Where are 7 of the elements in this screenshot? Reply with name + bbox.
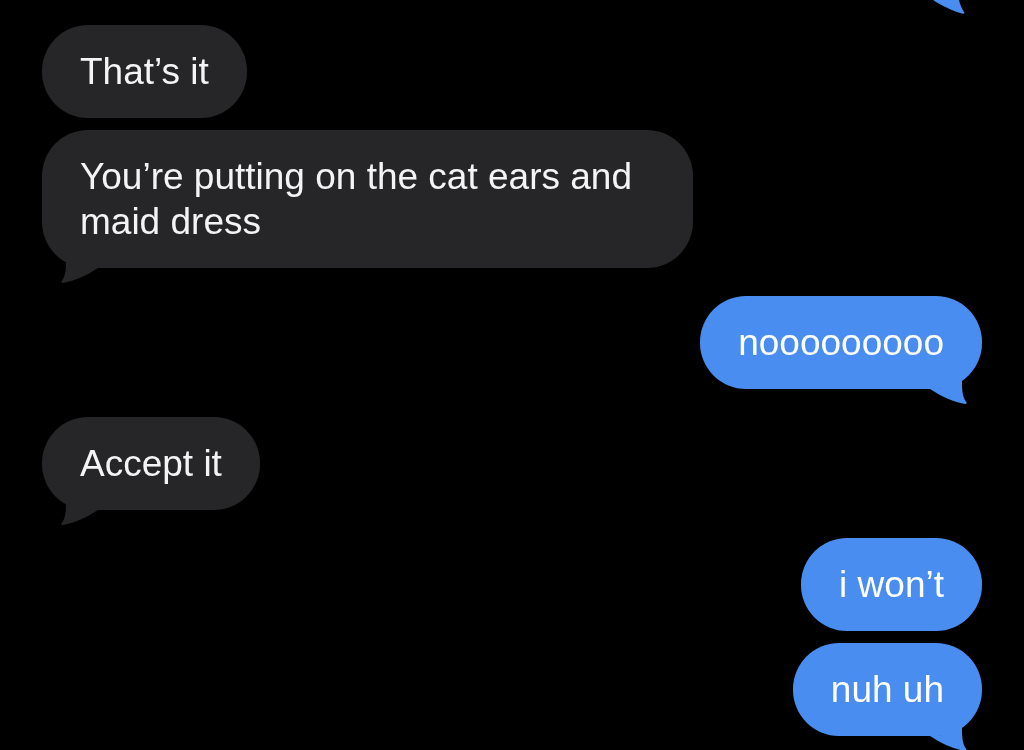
message-bubble: Accept it (42, 417, 260, 510)
message-bubble: That’s it (42, 25, 247, 118)
message-bubble: You’re putting on the cat ears and maid dress (42, 130, 693, 268)
message-bubble: i won’t (801, 538, 982, 631)
bubble-tail-icon (933, 0, 965, 14)
message-bubble: nuh uh (792, 643, 982, 736)
message-bubble: nooooooooo (700, 296, 982, 389)
